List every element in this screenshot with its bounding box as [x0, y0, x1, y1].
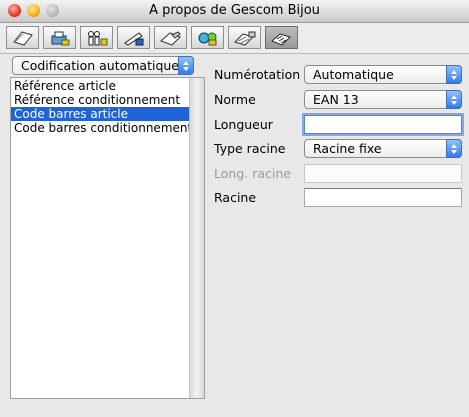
users-icon [87, 30, 107, 45]
numerotation-select[interactable]: Automatique [304, 65, 462, 84]
pencil-edit-icon [123, 31, 143, 46]
document-icon [12, 30, 33, 46]
list-item-code-barres-article[interactable]: Code barres article [11, 107, 191, 121]
list-item-reference-conditionnement[interactable]: Référence conditionnement [11, 93, 191, 107]
popup-arrows-icon [446, 90, 462, 109]
longueur-label: Longueur [214, 117, 273, 132]
barcode-hand-icon [270, 32, 291, 46]
toolbar-button-printer[interactable] [43, 26, 76, 49]
racine-field[interactable] [304, 188, 462, 207]
toolbar-button-barcode[interactable] [265, 26, 298, 49]
toolbar-button-edit[interactable] [117, 26, 150, 49]
longueur-field[interactable] [304, 115, 462, 134]
popup-arrows-icon [446, 139, 462, 158]
list-scrollbar[interactable] [189, 78, 204, 398]
toolbar-button-users[interactable] [80, 26, 113, 49]
popup-arrows-icon [446, 65, 462, 84]
list-item-reference-article[interactable]: Référence article [11, 79, 191, 93]
settings-hand-icon [233, 31, 255, 46]
toolbar-button-hand[interactable] [154, 26, 187, 49]
category-select-value: Codification automatique [21, 58, 179, 73]
toolbar-button-settings[interactable] [228, 26, 261, 49]
type-racine-select[interactable]: Racine fixe [304, 139, 462, 158]
globe-network-icon [198, 32, 216, 45]
numerotation-value: Automatique [313, 67, 394, 82]
norme-value: EAN 13 [313, 92, 359, 107]
hand-edit-icon [159, 30, 181, 46]
type-racine-label: Type racine [214, 141, 286, 156]
numerotation-label: Numérotation [214, 67, 301, 82]
list-item-code-barres-conditionnement[interactable]: Code barres conditionnement [11, 121, 192, 135]
category-select[interactable]: Codification automatique [12, 56, 194, 75]
long-racine-label: Long. racine [214, 166, 291, 181]
window-title: A propos de Gescom Bijou [149, 3, 320, 18]
type-racine-value: Racine fixe [313, 141, 382, 156]
long-racine-field [304, 164, 462, 183]
list-panel: Référence article Référence conditionnem… [10, 77, 205, 399]
title-bar: A propos de Gescom Bijou [0, 0, 469, 23]
norme-select[interactable]: EAN 13 [304, 90, 462, 109]
printer-disk-icon [51, 31, 69, 45]
toolbar [0, 23, 469, 54]
toolbar-button-document[interactable] [6, 26, 39, 49]
toolbar-button-network[interactable] [191, 26, 224, 49]
racine-label: Racine [214, 190, 257, 205]
popup-arrows-icon [178, 56, 194, 75]
norme-label: Norme [214, 92, 256, 107]
